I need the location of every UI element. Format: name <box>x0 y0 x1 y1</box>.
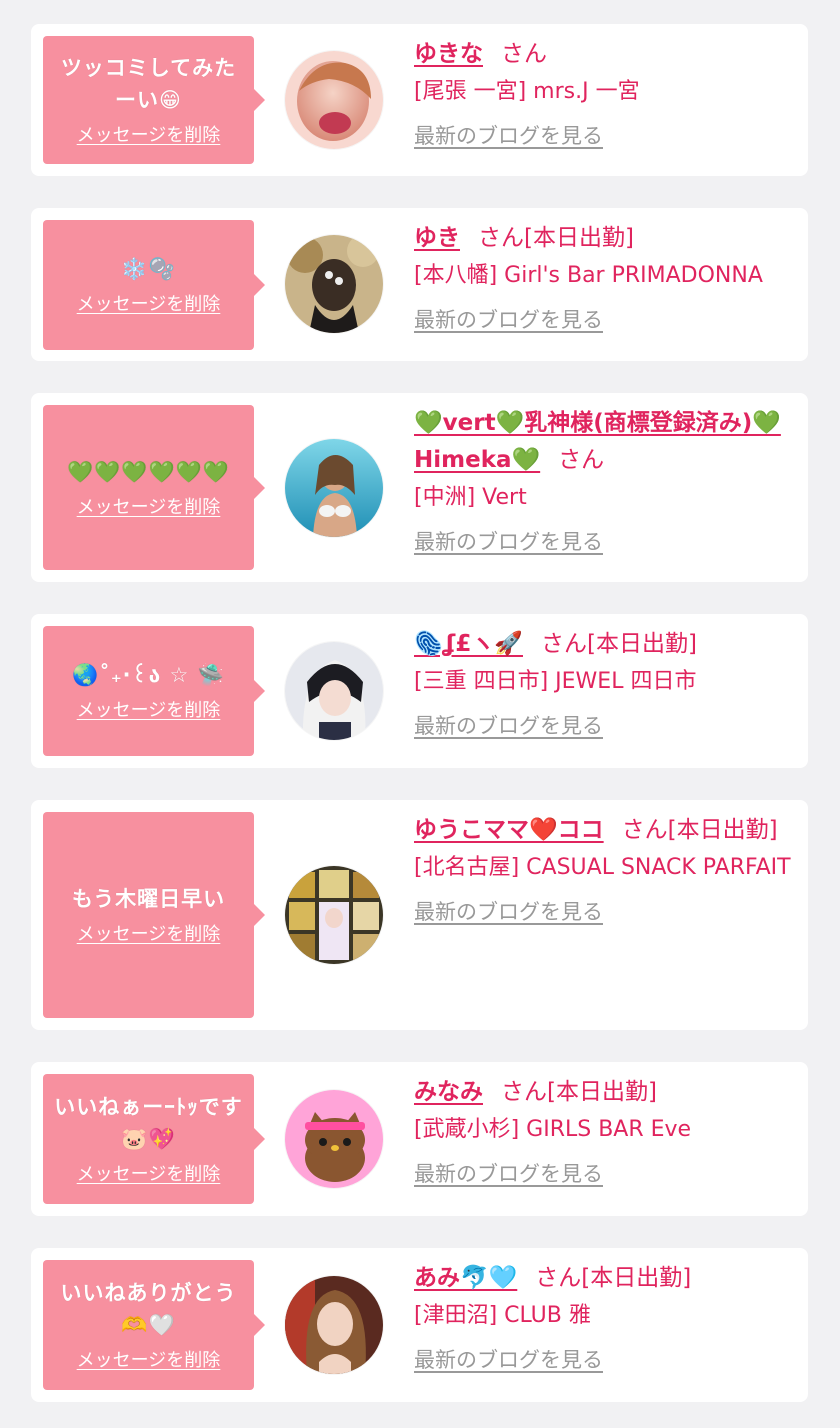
delete-message-link[interactable]: メッセージを削除 <box>77 923 221 947</box>
message-bubble: 🌏˚₊‧꒰ა ☆ 🛸 メッセージを削除 <box>43 626 265 756</box>
message-bubble: いいねありがとう🫶🤍 メッセージを削除 <box>43 1260 265 1390</box>
view-blog-link[interactable]: 最新のブログを見る <box>414 524 603 561</box>
member-status: さん[本日出勤] <box>621 817 778 843</box>
delete-message-link[interactable]: メッセージを削除 <box>77 293 221 317</box>
member-status: さん[本日出勤] <box>535 1265 692 1291</box>
message-bubble: いいねぁーｰﾄｯです🐷💖 メッセージを削除 <box>43 1074 265 1204</box>
message-text: ❄️🫧 <box>121 257 176 281</box>
message-bubble: ツッコミしてみたーい😁 メッセージを削除 <box>43 36 265 164</box>
message-bubble: 💚💚💚💚💚💚 メッセージを削除 <box>43 405 265 570</box>
avatar[interactable] <box>285 1090 383 1188</box>
message-card: 💚💚💚💚💚💚 メッセージを削除 💚vert💚乳神様(商標登録済み)💚Himeka… <box>31 393 808 582</box>
member-info: ゆうこママ❤️ココ さん[本日出勤] [北名古屋] CASUAL SNACK PA… <box>414 812 798 931</box>
shop-info: [津田沼] CLUB 雅 <box>414 1303 591 1328</box>
delete-message-link[interactable]: メッセージを削除 <box>77 1349 221 1373</box>
message-text: いいねぁーｰﾄｯです🐷💖 <box>54 1095 243 1151</box>
message-card: いいねありがとう🫶🤍 メッセージを削除 あみ🐬🩵 さん[本日出勤] [津田沼] C… <box>31 1248 808 1402</box>
delete-message-link[interactable]: メッセージを削除 <box>77 124 221 148</box>
shop-info: [三重 四日市] JEWEL 四日市 <box>414 669 697 694</box>
view-blog-link[interactable]: 最新のブログを見る <box>414 1342 603 1379</box>
member-name-link[interactable]: 🫆ʆ£ヽ🚀 <box>414 631 523 657</box>
avatar[interactable] <box>285 51 383 149</box>
delete-message-link[interactable]: メッセージを削除 <box>77 699 221 723</box>
message-bubble: ❄️🫧 メッセージを削除 <box>43 220 265 350</box>
message-card: 🌏˚₊‧꒰ა ☆ 🛸 メッセージを削除 🫆ʆ£ヽ🚀 さん[本日出勤] [三重 四日… <box>31 614 808 768</box>
delete-message-link[interactable]: メッセージを削除 <box>77 1163 221 1187</box>
member-status: さん[本日出勤] <box>540 631 697 657</box>
view-blog-link[interactable]: 最新のブログを見る <box>414 894 603 931</box>
view-blog-link[interactable]: 最新のブログを見る <box>414 1156 603 1193</box>
member-status: さん <box>558 447 605 473</box>
view-blog-link[interactable]: 最新のブログを見る <box>414 302 603 339</box>
avatar[interactable] <box>285 1276 383 1374</box>
member-status: さん[本日出勤] <box>478 225 634 251</box>
member-info: ゆき さん[本日出勤] [本八幡] Girl's Bar PRIMADONNA 最… <box>414 220 798 339</box>
member-info: 🫆ʆ£ヽ🚀 さん[本日出勤] [三重 四日市] JEWEL 四日市 最新のブログを… <box>414 626 798 745</box>
shop-info: [北名古屋] CASUAL SNACK PARFAIT <box>414 855 791 880</box>
member-name-link[interactable]: みなみ <box>414 1079 483 1105</box>
message-card: ❄️🫧 メッセージを削除 ゆき さん[本日出勤] [本八幡] Girl's Bar… <box>31 208 808 361</box>
member-name-link[interactable]: ゆき <box>414 225 460 251</box>
message-list: ツッコミしてみたーい😁 メッセージを削除 ゆきな さん [尾張 一宮] mrs.J… <box>0 0 840 1428</box>
view-blog-link[interactable]: 最新のブログを見る <box>414 118 603 155</box>
message-bubble: もう木曜日早い メッセージを削除 <box>43 812 265 1018</box>
member-info: みなみ さん[本日出勤] [武蔵小杉] GIRLS BAR Eve 最新のブログを… <box>414 1074 798 1193</box>
member-info: 💚vert💚乳神様(商標登録済み)💚Himeka💚 さん [中洲] Vert 最新… <box>414 405 798 561</box>
message-text: ツッコミしてみたーい😁 <box>60 56 237 112</box>
avatar[interactable] <box>285 439 383 537</box>
member-name-link[interactable]: あみ🐬🩵 <box>414 1265 517 1291</box>
shop-info: [武蔵小杉] GIRLS BAR Eve <box>414 1117 692 1142</box>
message-card: ツッコミしてみたーい😁 メッセージを削除 ゆきな さん [尾張 一宮] mrs.J… <box>31 24 808 176</box>
message-card: いいねぁーｰﾄｯです🐷💖 メッセージを削除 みなみ さん[本日出勤] [武蔵小杉]… <box>31 1062 808 1216</box>
view-blog-link[interactable]: 最新のブログを見る <box>414 708 603 745</box>
shop-info: [尾張 一宮] mrs.J 一宮 <box>414 79 640 104</box>
avatar[interactable] <box>285 866 383 964</box>
avatar[interactable] <box>285 235 383 333</box>
avatar[interactable] <box>285 642 383 740</box>
shop-info: [中洲] Vert <box>414 485 527 510</box>
shop-info: [本八幡] Girl's Bar PRIMADONNA <box>414 263 763 288</box>
member-name-link[interactable]: ゆうこママ❤️ココ <box>414 817 604 843</box>
member-info: ゆきな さん [尾張 一宮] mrs.J 一宮 最新のブログを見る <box>414 36 798 155</box>
message-text: 🌏˚₊‧꒰ა ☆ 🛸 <box>72 663 225 687</box>
member-status: さん <box>501 41 547 67</box>
delete-message-link[interactable]: メッセージを削除 <box>77 496 221 520</box>
message-card: もう木曜日早い メッセージを削除 ゆうこママ❤️ココ さん[本日出勤] [北名古屋… <box>31 800 808 1030</box>
member-status: さん[本日出勤] <box>501 1079 657 1105</box>
message-text: 💚💚💚💚💚💚 <box>67 459 230 484</box>
message-text: もう木曜日早い <box>71 887 226 911</box>
member-name-link[interactable]: ゆきな <box>414 41 483 67</box>
message-text: いいねありがとう🫶🤍 <box>60 1281 237 1337</box>
member-info: あみ🐬🩵 さん[本日出勤] [津田沼] CLUB 雅 最新のブログを見る <box>414 1260 798 1379</box>
